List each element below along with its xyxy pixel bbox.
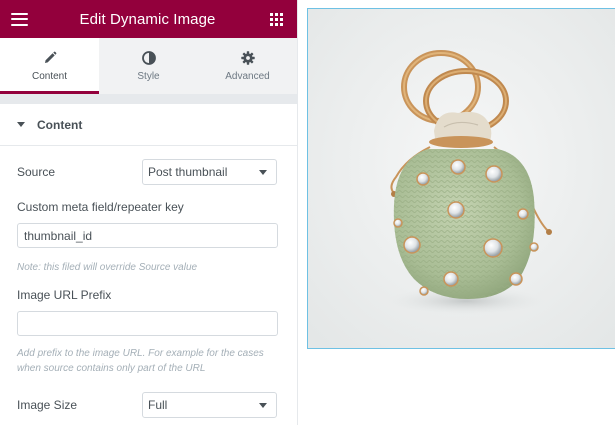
- meta-key-label: Custom meta field/repeater key: [17, 200, 184, 214]
- dynamic-image-preview[interactable]: [307, 8, 615, 349]
- tab-content[interactable]: Content: [0, 38, 99, 94]
- image-size-control: Image Size Full: [17, 392, 277, 418]
- panel-title: Edit Dynamic Image: [79, 10, 216, 28]
- url-prefix-note: Add prefix to the image URL. For example…: [17, 348, 264, 374]
- image-size-select[interactable]: Full: [142, 392, 277, 418]
- editor-panel: Edit Dynamic Image Content Style Advance…: [0, 0, 298, 425]
- panel-tabs: Content Style Advanced: [0, 38, 297, 94]
- widgets-grid-button[interactable]: [265, 8, 287, 30]
- meta-key-input[interactable]: [17, 223, 278, 248]
- image-size-label: Image Size: [17, 398, 78, 412]
- half-circle-icon: [141, 50, 156, 66]
- product-image: [308, 9, 615, 348]
- menu-button[interactable]: [8, 8, 30, 30]
- panel-divider: [0, 94, 297, 104]
- tab-advanced[interactable]: Advanced: [198, 38, 297, 94]
- pencil-icon: [43, 50, 57, 66]
- hamburger-icon: [10, 12, 28, 26]
- source-label: Source: [17, 165, 56, 179]
- tab-advanced-label: Advanced: [225, 71, 270, 82]
- tab-content-label: Content: [31, 71, 68, 82]
- gear-icon: [240, 50, 255, 66]
- chevron-down-icon: [259, 169, 267, 175]
- grid-icon: [269, 12, 283, 26]
- tab-style-label: Style: [137, 71, 160, 82]
- meta-key-note: Note: this filed will override Source va…: [17, 262, 198, 273]
- section-title: Content: [37, 117, 83, 132]
- panel-header: Edit Dynamic Image: [0, 0, 297, 38]
- source-select[interactable]: Post thumbnail: [142, 159, 277, 185]
- chevron-down-icon: [259, 402, 267, 408]
- url-prefix-label: Image URL Prefix: [17, 288, 112, 302]
- tab-style[interactable]: Style: [99, 38, 198, 94]
- url-prefix-input[interactable]: [17, 311, 278, 336]
- section-toggle-content[interactable]: Content: [0, 104, 297, 146]
- source-control: Source Post thumbnail: [17, 159, 277, 185]
- image-size-select-value: Full: [148, 398, 168, 412]
- source-select-value: Post thumbnail: [148, 165, 228, 179]
- caret-down-icon: [17, 122, 25, 127]
